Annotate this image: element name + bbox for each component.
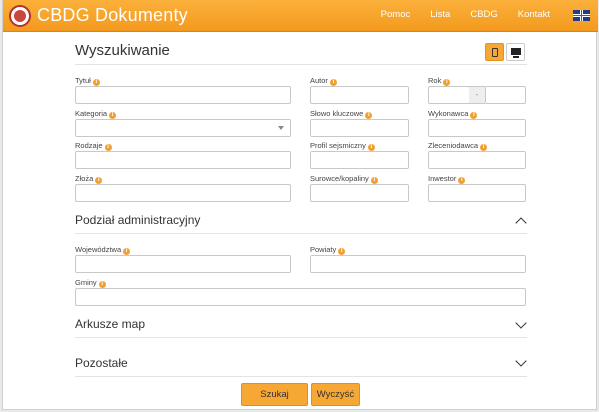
wojewodztwa-input[interactable] <box>75 255 291 273</box>
field-label-profil-sejsmiczny: Profil sejsmiczny i <box>310 141 375 151</box>
info-icon[interactable]: i <box>123 248 131 255</box>
info-icon[interactable]: i <box>458 177 466 184</box>
rok-from-input[interactable] <box>428 86 470 104</box>
kategoria-select[interactable] <box>75 119 291 137</box>
nav-link-cbdg[interactable]: CBDG <box>470 9 497 20</box>
navbar: CBDG Dokumenty Pomoc Lista CBDG Kontakt <box>3 0 598 32</box>
field-label-tytul: Tytuł i <box>75 76 100 86</box>
autor-input[interactable] <box>310 86 409 104</box>
divider <box>75 64 527 65</box>
info-icon[interactable]: i <box>480 144 488 151</box>
nav-link-pomoc[interactable]: Pomoc <box>381 9 411 20</box>
field-label-zleceniodawca: Zleceniodawca i <box>428 141 488 151</box>
chevron-down-icon[interactable] <box>515 355 527 367</box>
section-pozostale-title[interactable]: Pozostałe <box>75 356 128 370</box>
field-label-autor: Autor i <box>310 76 337 86</box>
desktop-icon <box>511 48 521 55</box>
field-label-zloza: Złoża i <box>75 174 103 184</box>
field-label-wojewodztwa: Województwa i <box>75 245 131 255</box>
cbdg-logo-icon[interactable] <box>9 5 31 27</box>
desktop-view-button[interactable] <box>506 43 525 61</box>
info-icon[interactable]: i <box>365 112 373 119</box>
tablet-view-button[interactable] <box>485 43 504 61</box>
info-icon[interactable]: i <box>104 144 112 151</box>
section-podzial-title[interactable]: Podział administracyjny <box>75 213 200 227</box>
gminy-input[interactable] <box>75 288 526 306</box>
chevron-down-icon <box>278 126 284 130</box>
section-arkusze-title[interactable]: Arkusze map <box>75 317 145 331</box>
chevron-down-icon[interactable] <box>515 317 527 329</box>
rok-range-separator: - <box>469 86 485 104</box>
info-icon[interactable]: i <box>98 281 106 288</box>
info-icon[interactable]: i <box>370 177 378 184</box>
divider <box>75 233 527 234</box>
tablet-icon <box>492 48 498 57</box>
info-icon[interactable]: i <box>443 79 451 86</box>
field-label-wykonawca: Wykonawca i <box>428 109 478 119</box>
slowo-kluczowe-input[interactable] <box>310 119 409 137</box>
nav-link-lista[interactable]: Lista <box>430 9 450 20</box>
field-label-slowo-kluczowe: Słowo kluczowe i <box>310 109 373 119</box>
brand-title[interactable]: CBDG Dokumenty <box>37 5 188 26</box>
rodzaje-input[interactable] <box>75 151 291 169</box>
uk-flag-icon[interactable] <box>573 10 590 21</box>
search-button[interactable]: Szukaj <box>241 383 308 406</box>
app-window: CBDG Dokumenty Pomoc Lista CBDG Kontakt … <box>2 0 598 410</box>
divider <box>75 376 527 377</box>
info-icon[interactable]: i <box>92 79 100 86</box>
info-icon[interactable]: i <box>367 144 375 151</box>
info-icon[interactable]: i <box>329 79 337 86</box>
field-label-inwestor: Inwestor i <box>428 174 466 184</box>
field-label-kategoria: Kategoria i <box>75 109 117 119</box>
surowce-input[interactable] <box>310 184 409 202</box>
field-label-surowce: Surowce/kopaliny i <box>310 174 378 184</box>
profil-sejsmiczny-input[interactable] <box>310 151 409 169</box>
clear-button[interactable]: Wyczyść <box>311 383 360 406</box>
info-icon[interactable]: i <box>95 177 103 184</box>
rok-to-input[interactable] <box>485 86 526 104</box>
tytul-input[interactable] <box>75 86 291 104</box>
zleceniodawca-input[interactable] <box>428 151 526 169</box>
nav-links: Pomoc Lista CBDG Kontakt <box>381 9 550 20</box>
field-label-rok: Rok i <box>428 76 451 86</box>
info-icon[interactable]: i <box>470 112 478 119</box>
nav-link-kontakt[interactable]: Kontakt <box>518 9 550 20</box>
field-label-gminy: Gminy i <box>75 278 106 288</box>
zloza-input[interactable] <box>75 184 291 202</box>
field-label-powiaty: Powiaty i <box>310 245 346 255</box>
chevron-up-icon[interactable] <box>515 217 527 229</box>
powiaty-input[interactable] <box>310 255 526 273</box>
info-icon[interactable]: i <box>109 112 117 119</box>
page-title: Wyszukiwanie <box>75 42 170 59</box>
info-icon[interactable]: i <box>338 248 346 255</box>
divider <box>75 337 527 338</box>
wykonawca-input[interactable] <box>428 119 526 137</box>
inwestor-input[interactable] <box>428 184 526 202</box>
field-label-rodzaje: Rodzaje i <box>75 141 112 151</box>
